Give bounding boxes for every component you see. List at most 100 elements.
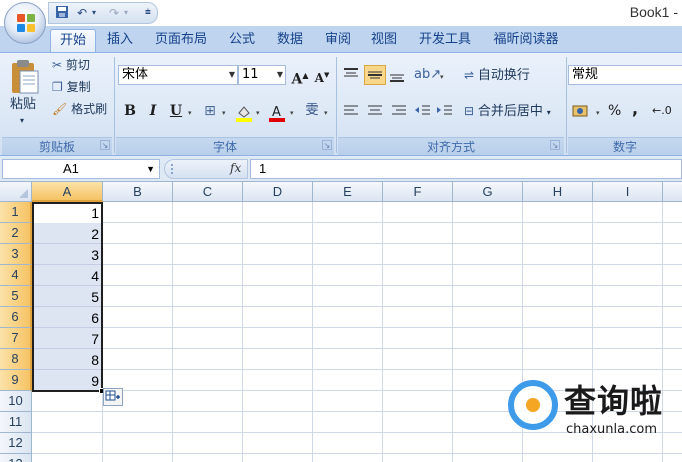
underline-dropdown-icon[interactable]: ▾ <box>188 109 192 117</box>
row-header-7[interactable]: 7 <box>0 328 32 349</box>
cell-a3[interactable]: 3 <box>33 245 102 265</box>
cell-a2[interactable]: 2 <box>33 224 102 244</box>
group-divider <box>566 57 567 153</box>
wrap-text-button[interactable]: ⇌ 自动换行 <box>464 67 530 84</box>
row-header-5[interactable]: 5 <box>0 286 32 307</box>
accounting-format-icon[interactable] <box>572 103 594 123</box>
tab-foxit-reader[interactable]: 福昕阅读器 <box>486 29 566 52</box>
tab-view[interactable]: 视图 <box>364 29 404 52</box>
align-bottom-icon[interactable] <box>388 67 408 85</box>
tab-formulas[interactable]: 公式 <box>222 29 262 52</box>
row-header-4[interactable]: 4 <box>0 265 32 286</box>
align-center-icon[interactable] <box>366 103 386 123</box>
name-box-dropdown-icon[interactable]: ▼ <box>146 160 155 178</box>
tab-data[interactable]: 数据 <box>270 29 310 52</box>
column-header-f[interactable]: F <box>383 182 453 202</box>
redo-dropdown-icon[interactable]: ▾ <box>124 5 128 21</box>
column-header-b[interactable]: B <box>103 182 173 202</box>
undo-icon[interactable]: ↶ <box>77 5 87 21</box>
shrink-font-icon[interactable]: A▼ <box>312 65 332 85</box>
underline-button[interactable]: U <box>166 101 186 121</box>
borders-icon[interactable]: ⊞ <box>200 101 220 121</box>
font-size-select[interactable]: 11 ▼ <box>238 65 286 85</box>
italic-button[interactable]: I <box>143 101 163 121</box>
row-header-9[interactable]: 9 <box>0 370 32 391</box>
formula-input[interactable]: 1 <box>250 159 682 179</box>
column-header-a[interactable]: A <box>32 182 103 202</box>
font-launcher-icon[interactable]: ↘ <box>322 140 332 150</box>
paste-icon[interactable] <box>8 57 42 99</box>
phonetic-dropdown-icon[interactable]: ▾ <box>324 109 328 117</box>
tab-developer[interactable]: 开发工具 <box>412 29 478 52</box>
name-box[interactable]: A1 ▼ <box>2 159 160 179</box>
cell-a8[interactable]: 8 <box>33 350 102 370</box>
percent-style-button[interactable]: % <box>608 103 621 119</box>
column-header-c[interactable]: C <box>173 182 243 202</box>
tab-page-layout[interactable]: 页面布局 <box>148 29 214 52</box>
row-header-3[interactable]: 3 <box>0 244 32 265</box>
cell-a6[interactable]: 6 <box>33 308 102 328</box>
row-header-10[interactable]: 10 <box>0 391 32 412</box>
fill-color-dropdown-icon[interactable]: ▾ <box>256 109 260 117</box>
align-left-icon[interactable] <box>342 103 362 123</box>
row-header-1[interactable]: 1 <box>0 202 32 223</box>
column-header-g[interactable]: G <box>453 182 523 202</box>
increase-decimal-icon[interactable]: ←.0 <box>652 103 672 119</box>
row-header-11[interactable]: 11 <box>0 412 32 433</box>
column-header-e[interactable]: E <box>313 182 383 202</box>
decrease-indent-icon[interactable] <box>414 103 434 123</box>
insert-function-button[interactable]: fx <box>230 161 241 175</box>
save-icon[interactable] <box>55 5 69 21</box>
comma-style-button[interactable]: , <box>632 101 638 117</box>
cell-a9[interactable]: 9 <box>33 371 102 391</box>
paste-dropdown-icon[interactable]: ▾ <box>20 113 24 129</box>
column-header-h[interactable]: H <box>523 182 593 202</box>
column-header-d[interactable]: D <box>243 182 313 202</box>
row-header-6[interactable]: 6 <box>0 307 32 328</box>
customize-qat-icon[interactable]: ⩧ <box>145 5 151 21</box>
cell-a7[interactable]: 7 <box>33 329 102 349</box>
cut-button[interactable]: ✂ 剪切 <box>52 57 90 73</box>
column-header-partial[interactable] <box>663 182 682 202</box>
align-middle-icon[interactable] <box>364 65 386 85</box>
merge-center-button[interactable]: ⊟ 合并后居中 ▾ <box>464 103 551 121</box>
tab-insert[interactable]: 插入 <box>100 29 140 52</box>
cell-a5[interactable]: 5 <box>33 287 102 307</box>
redo-icon[interactable]: ↷ <box>109 5 119 21</box>
formula-bar-resize-handle[interactable] <box>171 164 179 174</box>
align-right-icon[interactable] <box>390 103 410 123</box>
orientation-icon[interactable]: ab↗ <box>414 67 441 83</box>
row-header-8[interactable]: 8 <box>0 349 32 370</box>
number-format-select[interactable]: 常规 <box>568 65 682 85</box>
gridline <box>32 348 682 349</box>
font-color-dropdown-icon[interactable]: ▾ <box>290 109 294 117</box>
phonetic-guide-icon[interactable]: 雯 <box>302 101 322 121</box>
undo-dropdown-icon[interactable]: ▾ <box>92 5 96 21</box>
format-painter-button[interactable]: 🖌 格式刷 <box>52 101 107 117</box>
cell-a1[interactable]: 1 <box>33 203 102 223</box>
office-button[interactable] <box>4 2 46 44</box>
row-header-2[interactable]: 2 <box>0 223 32 244</box>
paste-button[interactable]: 粘贴 <box>10 97 36 113</box>
accounting-dropdown-icon[interactable]: ▾ <box>596 109 600 117</box>
cell-a4[interactable]: 4 <box>33 266 102 286</box>
row-header-12[interactable]: 12 <box>0 433 32 454</box>
orientation-dropdown-icon[interactable]: ▾ <box>440 73 444 81</box>
auto-fill-options-icon[interactable] <box>103 388 123 406</box>
increase-indent-icon[interactable] <box>436 103 456 123</box>
alignment-launcher-icon[interactable]: ↘ <box>550 140 560 150</box>
row-header-13[interactable]: 13 <box>0 454 32 462</box>
fill-color-icon[interactable] <box>234 103 254 123</box>
copy-button[interactable]: ❐ 复制 <box>52 79 91 95</box>
tab-home[interactable]: 开始 <box>50 29 96 52</box>
font-name-select[interactable]: 宋体 ▼ <box>118 65 238 85</box>
borders-dropdown-icon[interactable]: ▾ <box>222 109 226 117</box>
bold-button[interactable]: B <box>120 101 140 121</box>
column-header-i[interactable]: I <box>593 182 663 202</box>
tab-review[interactable]: 审阅 <box>318 29 358 52</box>
grow-font-icon[interactable]: A▲ <box>290 65 310 88</box>
select-all-button[interactable] <box>0 182 32 202</box>
align-top-icon[interactable] <box>342 67 362 85</box>
clipboard-launcher-icon[interactable]: ↘ <box>100 140 110 150</box>
font-color-icon[interactable]: A <box>266 103 288 123</box>
